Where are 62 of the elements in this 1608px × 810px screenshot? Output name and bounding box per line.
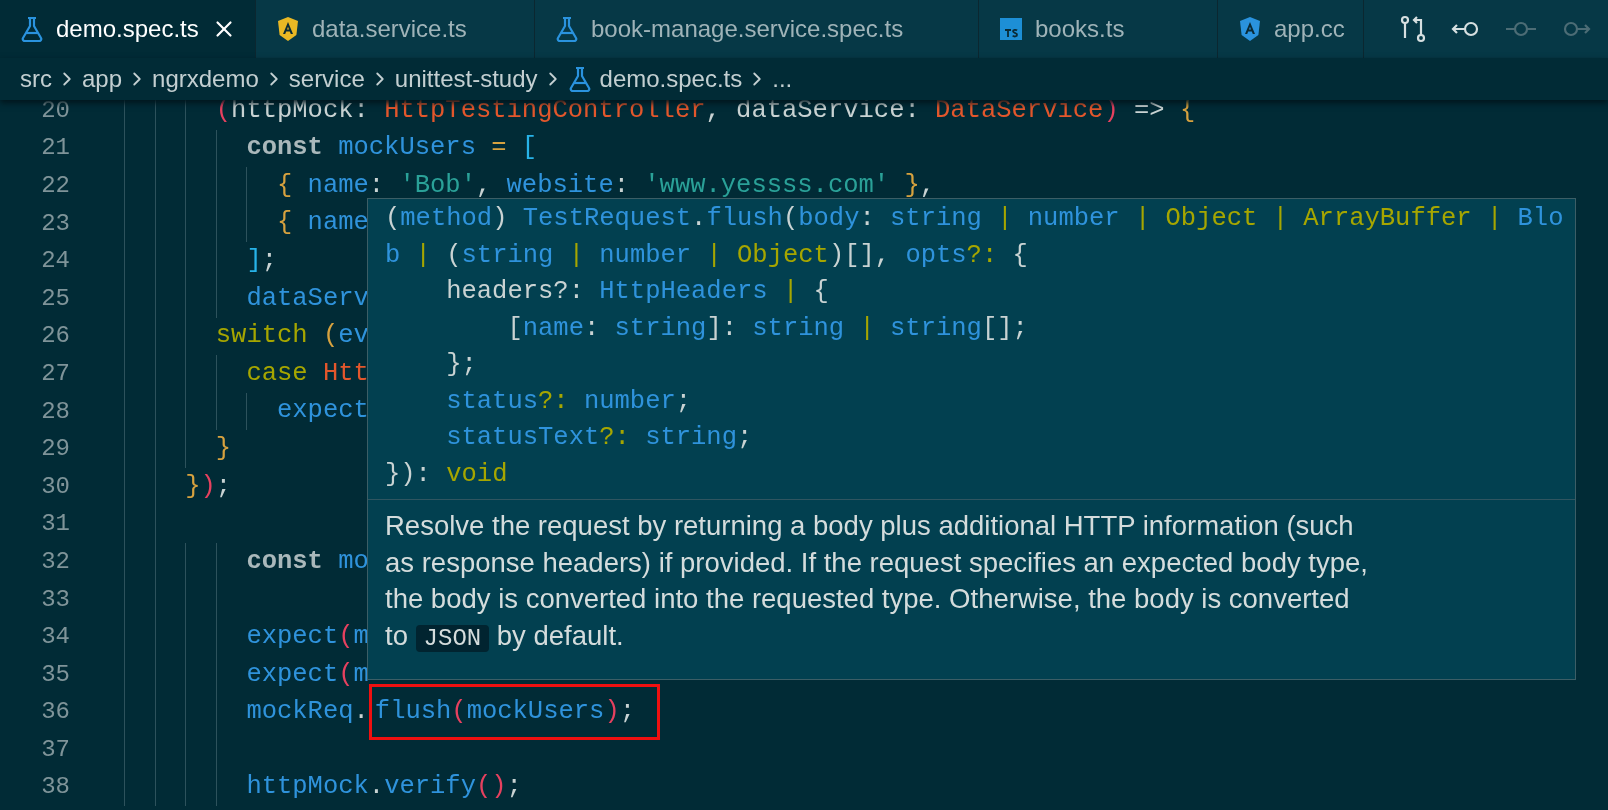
breadcrumb-item[interactable]: unittest-study xyxy=(394,61,538,97)
line-number: 28 xyxy=(40,396,70,427)
editor-tab[interactable]: demo.spec.ts xyxy=(0,0,256,58)
line-number: 22 xyxy=(40,171,70,201)
code-line: ]; xyxy=(246,245,277,278)
line-number: 32 xyxy=(40,546,70,577)
tab-label: data.service.ts xyxy=(312,14,467,44)
code-line: expect(m xyxy=(246,621,369,653)
line-number: 38 xyxy=(40,772,70,803)
line-number: 26 xyxy=(40,321,70,352)
code-line: const mockUsers = [ xyxy=(246,132,538,165)
tab-label: book-manage.service.spec.ts xyxy=(591,14,904,44)
line-number: 21 xyxy=(40,133,70,164)
shield-icon xyxy=(1238,16,1262,42)
signature-line: }; xyxy=(445,349,478,381)
breadcrumb-item[interactable]: demo.spec.ts xyxy=(567,61,743,97)
line-number: 29 xyxy=(40,434,70,465)
line-number: 20 xyxy=(40,95,70,126)
signature-line: }): void xyxy=(385,458,509,491)
highlighted-code: flush(mockUsers); xyxy=(368,684,660,741)
code-line: switch (ev xyxy=(215,320,369,353)
breadcrumb-item[interactable]: service xyxy=(288,61,365,97)
signature-line: status?: number; xyxy=(445,385,693,418)
line-number: 23 xyxy=(40,208,70,239)
code-line: }); xyxy=(185,470,232,503)
hover-description: Resolve the request by returning a body plus additional HTTP information (such as response headers) if provided. If the request specifies an expected body type, the body is converted into the requested type. Otherwise, the body is converted to JSON by default. xyxy=(385,509,1369,654)
ts-file-icon xyxy=(999,17,1023,41)
line-number: 27 xyxy=(40,358,70,389)
breadcrumb-item[interactable]: ngrxdemo xyxy=(152,61,259,97)
breadcrumb-item[interactable]: src xyxy=(20,61,52,97)
code-line: { name xyxy=(277,207,369,240)
code-line: expect(m xyxy=(246,658,369,691)
signature-line: b | (string | number | Object)[], opts?: { xyxy=(385,239,1029,272)
breadcrumb-item[interactable]: ... xyxy=(772,61,793,97)
code-line: const mo xyxy=(246,545,369,578)
flask-icon xyxy=(567,66,592,92)
shield-icon xyxy=(276,16,300,42)
line-number: 25 xyxy=(40,283,70,314)
signature-line: statusText?: string; xyxy=(445,422,754,454)
signature-line: headers?: HttpHeaders | { xyxy=(445,276,830,308)
line-number: 35 xyxy=(40,659,70,690)
line-number: 31 xyxy=(40,509,70,540)
code-line: expect xyxy=(277,395,369,428)
line-number: 36 xyxy=(40,697,70,728)
tab-label: demo.spec.ts xyxy=(56,14,199,44)
code-line: dataServ xyxy=(246,282,369,315)
breadcrumb-item[interactable]: app xyxy=(82,61,123,97)
line-number: 37 xyxy=(40,734,70,765)
tab-label: app.cc xyxy=(1274,14,1345,44)
code-line: mockReq. xyxy=(246,696,369,729)
flask-icon xyxy=(20,16,44,42)
flask-icon xyxy=(555,16,579,42)
code-line: { name: 'Bob', website: 'www.yessss.com' }, xyxy=(277,169,936,202)
tab-label: books.ts xyxy=(1035,14,1125,44)
line-number: 33 xyxy=(40,584,70,615)
code-line: httpMock.verify(); xyxy=(246,771,522,804)
code-line: case Htt xyxy=(246,357,369,390)
code-line: } xyxy=(215,433,232,465)
line-number: 24 xyxy=(40,246,70,277)
line-number: 30 xyxy=(40,471,70,502)
line-number: 34 xyxy=(40,622,70,653)
signature-line: [name: string]: string | string[]; xyxy=(506,312,1029,345)
